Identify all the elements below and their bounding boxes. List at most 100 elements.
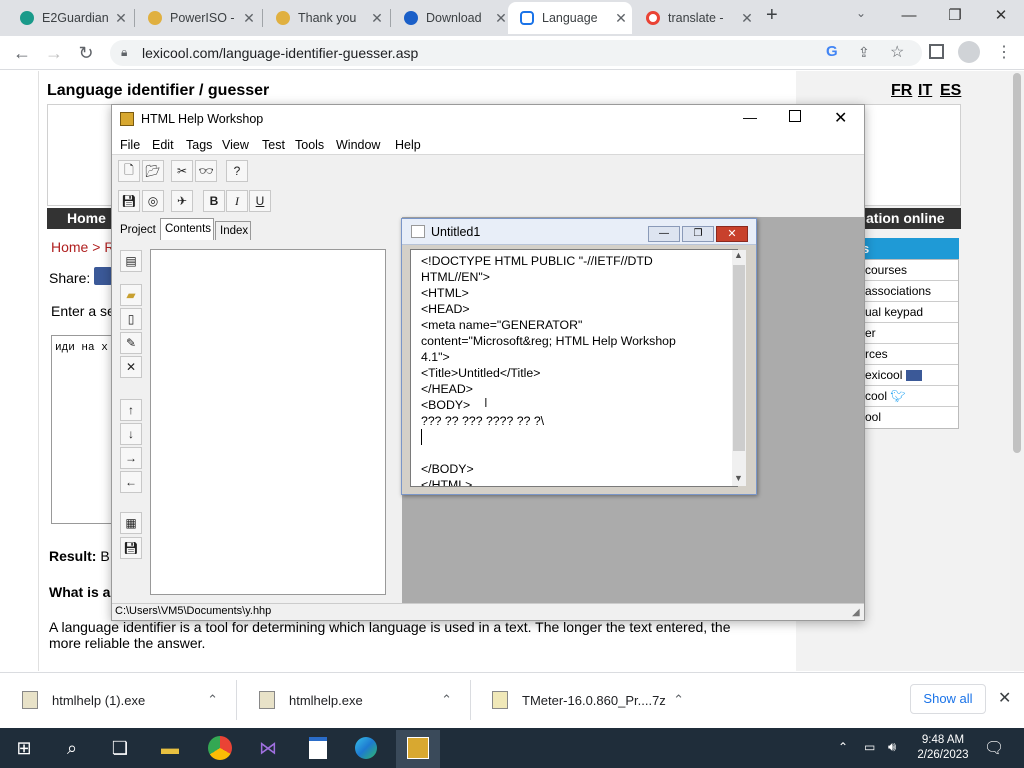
- save-icon[interactable]: 💾︎: [118, 190, 140, 212]
- facebook-share-icon[interactable]: [94, 267, 112, 285]
- download-item-htmlhelp-1[interactable]: htmlhelp (1).exe ⌃: [0, 672, 236, 728]
- scroll-up-icon[interactable]: ▲: [734, 250, 743, 260]
- sidebar-item-lexicool[interactable]: ool: [859, 407, 958, 428]
- sidebar-item-associations[interactable]: associations: [859, 281, 958, 302]
- sidebar-item-er[interactable]: er: [859, 323, 958, 344]
- minimize-icon[interactable]: —: [886, 2, 932, 30]
- view-html-source-icon[interactable]: ▦: [120, 512, 142, 534]
- bold-icon[interactable]: B: [203, 190, 225, 212]
- forward-icon[interactable]: →: [42, 42, 66, 64]
- menu-tools[interactable]: Tools: [295, 138, 324, 152]
- sidebar-item-virtual-keypad[interactable]: ual keypad: [859, 302, 958, 323]
- restore-icon[interactable]: ❐: [932, 2, 978, 30]
- workshop-maximize-icon[interactable]: [789, 110, 801, 122]
- bookmark-star-icon[interactable]: ☆: [890, 42, 904, 62]
- visual-studio-icon[interactable]: ⋈: [252, 732, 284, 764]
- compile-icon[interactable]: ✂: [171, 160, 193, 182]
- menu-help[interactable]: Help: [395, 138, 421, 152]
- sidebar-item-lexicool-twitter[interactable]: cool 🐦︎: [859, 386, 958, 407]
- save-file-icon[interactable]: 💾︎: [120, 537, 142, 559]
- move-right-icon[interactable]: →: [120, 447, 142, 469]
- tab-project[interactable]: Project: [116, 221, 160, 239]
- reload-icon[interactable]: ↻: [74, 42, 98, 64]
- search-icon[interactable]: ⌕: [56, 732, 88, 764]
- windows-start-icon[interactable]: ⊞: [8, 732, 40, 764]
- chrome-icon[interactable]: [204, 732, 236, 764]
- menu-tags[interactable]: Tags: [186, 138, 212, 152]
- close-tab-icon[interactable]: ✕: [736, 10, 758, 27]
- breadcrumb-home[interactable]: Home: [51, 239, 88, 255]
- edit-entry-icon[interactable]: ✎: [120, 332, 142, 354]
- workshop-minimize-icon[interactable]: —: [743, 109, 757, 125]
- menu-edit[interactable]: Edit: [152, 138, 174, 152]
- view-html-icon[interactable]: ◎: [142, 190, 164, 212]
- insert-heading-icon[interactable]: ▰: [120, 284, 142, 306]
- profile-avatar-icon[interactable]: [958, 41, 980, 63]
- tab-contents[interactable]: Contents: [160, 218, 214, 240]
- download-item-htmlhelp[interactable]: htmlhelp.exe ⌃: [237, 672, 470, 728]
- view-compiled-icon[interactable]: 👓︎: [195, 160, 217, 182]
- menu-file[interactable]: File: [120, 138, 140, 152]
- tab-poweriso[interactable]: PowerISO - ✕: [136, 2, 260, 34]
- editor-scrollbar-thumb[interactable]: [733, 265, 745, 451]
- new-tab-icon[interactable]: +: [766, 4, 778, 27]
- url-text[interactable]: lexicool.com/language-identifier-guesser…: [142, 45, 418, 61]
- close-tab-icon[interactable]: ✕: [110, 10, 132, 27]
- child-minimize-icon[interactable]: —: [648, 226, 680, 242]
- close-tab-icon[interactable]: ✕: [238, 10, 260, 27]
- menu-window[interactable]: Window: [336, 138, 380, 152]
- delete-entry-icon[interactable]: ✕: [120, 356, 142, 378]
- notepad-icon[interactable]: [302, 732, 334, 764]
- close-window-icon[interactable]: ✕: [978, 2, 1024, 30]
- link-wizard-icon[interactable]: ✈: [171, 190, 193, 212]
- notifications-icon[interactable]: 🗨︎: [984, 738, 1004, 758]
- tab-e2guardian[interactable]: E2Guardian ✕: [8, 2, 132, 34]
- side-panel-icon[interactable]: [929, 44, 944, 59]
- tab-download[interactable]: Download ✕: [392, 2, 512, 34]
- workshop-close-icon[interactable]: ✕: [834, 108, 847, 128]
- sidebar-item-resources[interactable]: rces: [859, 344, 958, 365]
- move-up-icon[interactable]: ↑: [120, 399, 142, 421]
- chevron-up-icon[interactable]: ⌃: [673, 692, 702, 708]
- new-file-icon[interactable]: 🗋︎: [118, 160, 140, 182]
- sidebar-item-lexicool-facebook[interactable]: exicool: [859, 365, 958, 386]
- tab-index[interactable]: Index: [215, 221, 251, 240]
- help-icon[interactable]: ?: [226, 160, 248, 182]
- page-scrollbar-thumb[interactable]: [1013, 73, 1021, 453]
- tab-language[interactable]: Language ✕: [508, 2, 632, 34]
- insert-page-icon[interactable]: ▯: [120, 308, 142, 330]
- child-close-icon[interactable]: ✕: [716, 226, 748, 242]
- underline-icon[interactable]: U: [249, 190, 271, 212]
- download-item-tmeter[interactable]: TMeter-16.0.860_Pr....7z ⌃: [470, 672, 702, 728]
- chevron-up-icon[interactable]: ⌃: [207, 692, 236, 708]
- nav-home[interactable]: Home: [67, 210, 106, 226]
- task-view-icon[interactable]: ❏: [104, 732, 136, 764]
- resize-grip-icon[interactable]: ◢: [852, 607, 860, 618]
- clock[interactable]: 9:48 AM 2/26/2023: [912, 733, 974, 763]
- kebab-menu-icon[interactable]: ⋮: [996, 42, 1012, 62]
- close-tab-icon[interactable]: ✕: [610, 10, 632, 27]
- nav-translation-online[interactable]: ation online: [866, 210, 945, 226]
- menu-test[interactable]: Test: [262, 138, 285, 152]
- contents-properties-icon[interactable]: ▤: [120, 250, 142, 272]
- tab-thank-you[interactable]: Thank you ✕: [264, 2, 388, 34]
- lock-icon[interactable]: 🔒︎: [121, 45, 127, 60]
- close-download-bar-icon[interactable]: ✕: [998, 688, 1011, 708]
- move-down-icon[interactable]: ↓: [120, 423, 142, 445]
- file-explorer-icon[interactable]: ▬: [154, 732, 186, 764]
- lang-link-fr[interactable]: FR: [891, 82, 912, 100]
- back-icon[interactable]: ←: [10, 42, 34, 64]
- network-icon[interactable]: ▭: [864, 740, 875, 754]
- chevron-up-icon[interactable]: ⌃: [441, 692, 470, 708]
- menu-view[interactable]: View: [222, 138, 249, 152]
- lang-link-es[interactable]: ES: [940, 82, 961, 100]
- tab-translate[interactable]: translate - ✕: [634, 2, 758, 34]
- child-restore-icon[interactable]: ❐: [682, 226, 714, 242]
- sidebar-item-courses[interactable]: courses: [859, 260, 958, 281]
- html-editor[interactable]: <!DOCTYPE HTML PUBLIC "-//IETF//DTD HTML/…: [410, 249, 738, 487]
- contents-tree[interactable]: [150, 249, 386, 595]
- html-help-workshop-taskbar-icon[interactable]: [402, 732, 434, 764]
- edge-icon[interactable]: [350, 732, 382, 764]
- close-tab-icon[interactable]: ✕: [366, 10, 388, 27]
- open-folder-icon[interactable]: 📂︎: [142, 160, 164, 182]
